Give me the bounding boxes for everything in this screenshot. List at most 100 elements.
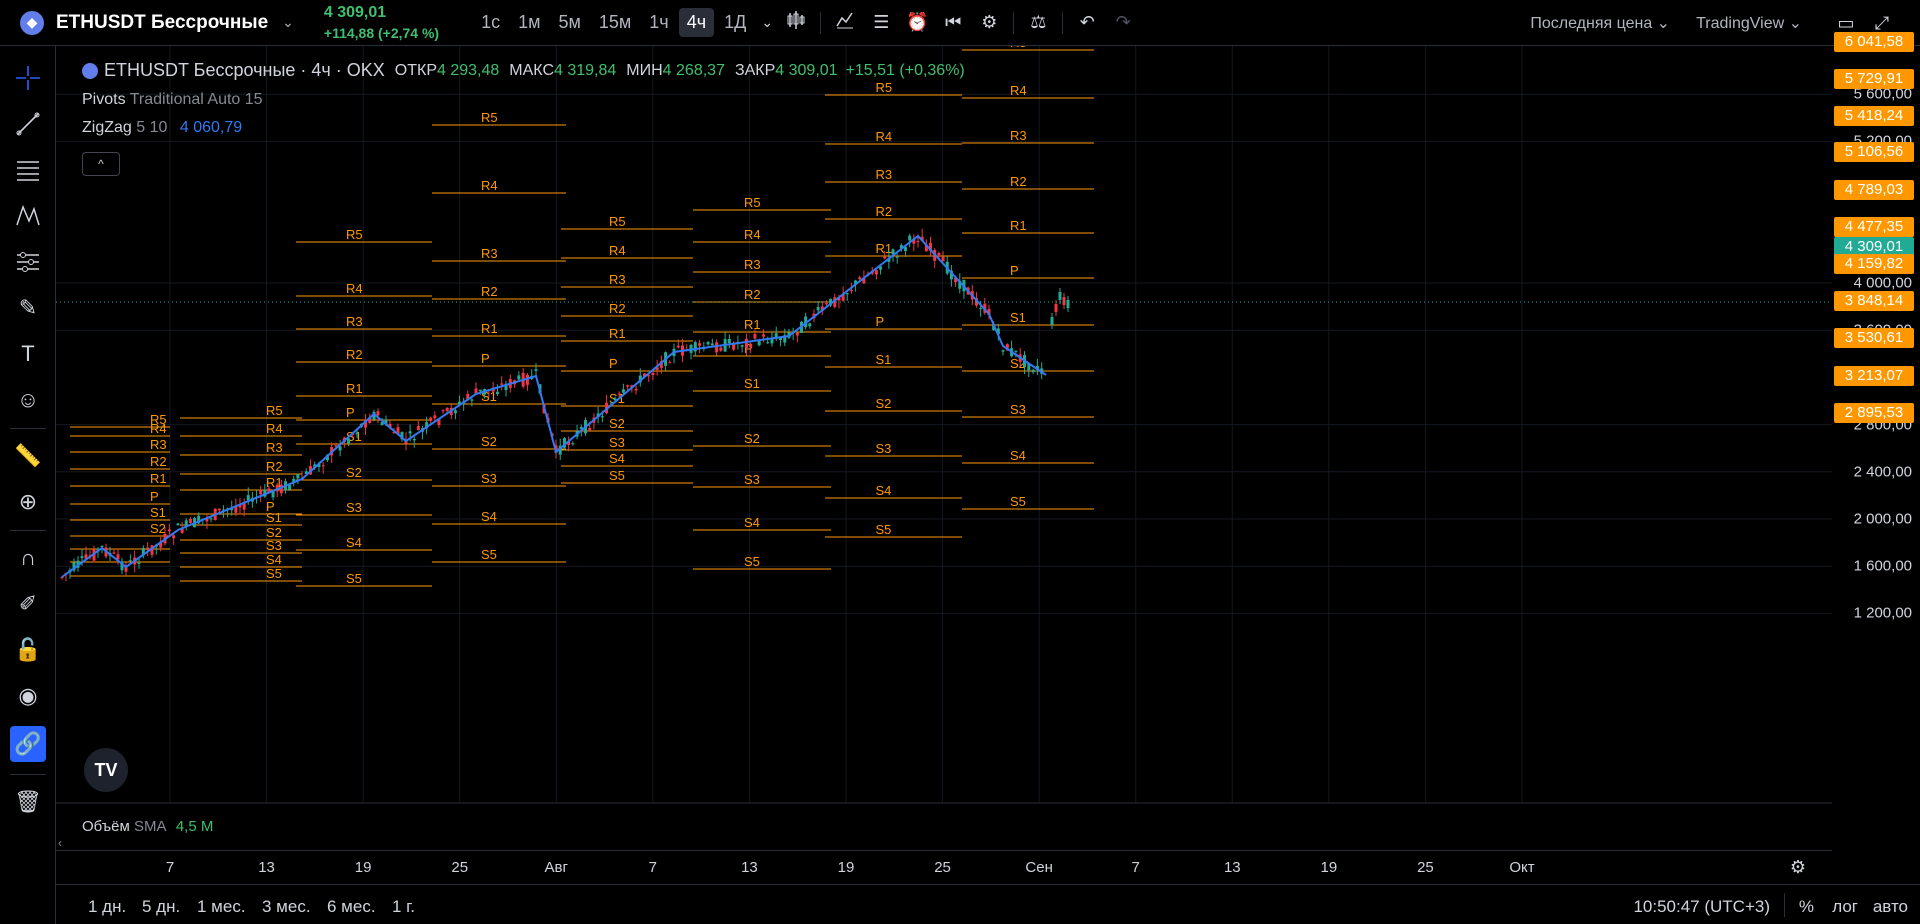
high-value: 4 319,84 xyxy=(554,61,617,79)
log-toggle[interactable]: лог xyxy=(1832,897,1858,917)
redo-icon[interactable]: ↷ xyxy=(1105,12,1141,33)
chart-style-dropdown[interactable]: TradingView ⌄ xyxy=(1696,13,1802,33)
volume-name: Объём xyxy=(82,818,130,835)
axis-settings-icon[interactable]: ⚙ xyxy=(1790,857,1806,878)
pivot-label: S4 xyxy=(481,509,497,524)
timeframe-15m[interactable]: 15м xyxy=(591,8,639,37)
candle-body xyxy=(1050,317,1054,325)
legend-title[interactable]: ETHUSDT Бессрочные · 4ч · OKX xyxy=(104,60,385,81)
range-3m[interactable]: 3 мес. xyxy=(262,897,311,917)
pivot-label: R3 xyxy=(481,246,498,261)
eye-icon[interactable]: ◉ xyxy=(10,678,46,714)
auto-toggle[interactable]: авто xyxy=(1873,897,1908,917)
candle-body xyxy=(706,341,710,345)
candle-body xyxy=(172,535,176,539)
emoji-icon[interactable]: ☺ xyxy=(10,382,46,418)
price-tick: 2 400,00 xyxy=(1853,463,1912,481)
fib-retracement-icon[interactable] xyxy=(10,152,46,188)
link-icon[interactable]: 🔗 xyxy=(10,726,46,762)
range-6m[interactable]: 6 мес. xyxy=(327,897,376,917)
candle-body xyxy=(979,308,983,310)
pivot-label: S4 xyxy=(744,515,760,530)
drawing-toolbar: ✎ T ☺ 📏 ⊕ ∩ ✐ 🔓 ◉ 🔗 🗑 ‹ xyxy=(0,46,62,924)
templates-icon[interactable]: ☰ xyxy=(863,12,899,33)
ruler-icon[interactable]: 📏 xyxy=(10,438,46,474)
range-5d[interactable]: 5 дн. xyxy=(142,897,180,917)
candle-body xyxy=(412,438,416,441)
trash-icon[interactable]: 🗑 xyxy=(10,784,46,820)
candle-body xyxy=(651,372,655,376)
zigzag-legend[interactable]: ZigZag 5 10 4 060,79 xyxy=(82,119,965,137)
range-1y[interactable]: 1 г. xyxy=(392,897,415,917)
volume-legend[interactable]: Объём SMA 4,5 M xyxy=(82,818,213,835)
pivot-label: R4 xyxy=(609,243,626,258)
chart-style-label: TradingView xyxy=(1696,15,1785,32)
candle-body xyxy=(766,342,770,344)
timeframe-1s[interactable]: 1с xyxy=(473,8,508,37)
settings-gear-icon[interactable]: ⚙ xyxy=(971,12,1007,33)
candle-body xyxy=(816,307,820,311)
compare-scales-icon[interactable]: ⚖ xyxy=(1020,12,1056,33)
pattern-icon[interactable] xyxy=(10,198,46,234)
undo-icon[interactable]: ↶ xyxy=(1069,12,1105,33)
pivot-label: R4 xyxy=(481,178,498,193)
bottom-toolbar: 1 дн. 5 дн. 1 мес. 3 мес. 6 мес. 1 г. 10… xyxy=(56,884,1920,924)
brush-icon[interactable]: ✎ xyxy=(10,290,46,326)
price-source-dropdown[interactable]: Последняя цена ⌄ xyxy=(1530,13,1670,33)
pivot-label: P xyxy=(481,351,490,366)
pivot-label: S1 xyxy=(1010,310,1026,325)
timeframe-4h[interactable]: 4ч xyxy=(678,8,715,37)
timeframe-5m[interactable]: 5м xyxy=(551,8,589,37)
range-1m[interactable]: 1 мес. xyxy=(197,897,246,917)
zoom-in-icon[interactable]: ⊕ xyxy=(10,484,46,520)
clock[interactable]: 10:50:47 (UTC+3) xyxy=(1633,897,1770,917)
prediction-tools-icon[interactable] xyxy=(10,244,46,280)
timeframe-1m[interactable]: 1м xyxy=(510,8,548,37)
timeframe-dropdown-icon[interactable]: ⌄ xyxy=(756,14,778,31)
top-toolbar: ◆ ETHUSDT Бессрочные ⌄ 4 309,01 +114,88 … xyxy=(0,0,1920,46)
chart-grid xyxy=(56,46,1832,803)
price-chart[interactable]: R5R4R3R2R1PS1S2S3S4S5R5R4R3R2R1PS1S2S3S4… xyxy=(56,46,1832,850)
candle-body xyxy=(874,270,878,275)
time-axis[interactable]: ⚙ 7 13 19 25 Авг 7 13 19 25 Сен 7 13 19 25 Окт xyxy=(56,850,1832,884)
pivot-label: S5 xyxy=(1010,494,1026,509)
low-value: 4 268,37 xyxy=(662,61,725,79)
time-tick: Окт xyxy=(1509,859,1535,876)
alert-icon[interactable]: ⏰ xyxy=(899,12,935,33)
candle-body xyxy=(470,399,474,401)
replay-icon[interactable]: ⏮ xyxy=(935,12,971,33)
pivots-legend[interactable]: Pivots Traditional Auto 15 xyxy=(82,91,965,109)
unlock-icon[interactable]: 🔓 xyxy=(10,632,46,668)
zigzag-name: ZigZag xyxy=(82,119,132,136)
timeframe-1d[interactable]: 1Д xyxy=(716,8,754,37)
pivot-label: R2 xyxy=(609,301,626,316)
lock-drawing-icon[interactable]: ✐ xyxy=(10,586,46,622)
pivot-label: P xyxy=(346,405,355,420)
price-axis[interactable]: 5 600,005 200,004 000,003 600,002 800,00… xyxy=(1832,32,1920,850)
ohlc-legend: ETHUSDT Бессрочные · 4ч · OKX ОТКР 4 293,… xyxy=(82,60,965,81)
tradingview-logo[interactable]: TV xyxy=(84,748,128,792)
candle-body xyxy=(626,385,630,387)
symbol-selector[interactable]: ◆ ETHUSDT Бессрочные ⌄ xyxy=(20,10,294,35)
candle-body xyxy=(727,338,731,344)
crosshair-icon[interactable] xyxy=(10,60,46,96)
candle-body xyxy=(453,410,457,414)
time-tick: 7 xyxy=(1131,859,1140,876)
timeframe-group: 1с 1м 5м 15м 1ч 4ч 1Д ⌄ ☰ ⏰ ⏮ ⚙ ⚖ ↶ ↷ xyxy=(473,8,1141,37)
price-level-label: 3 848,14 xyxy=(1834,290,1914,311)
range-1d[interactable]: 1 дн. xyxy=(88,897,126,917)
indicators-icon[interactable] xyxy=(827,10,863,35)
percent-toggle[interactable]: % xyxy=(1799,897,1814,917)
pivot-label: S5 xyxy=(266,566,282,581)
candle-body xyxy=(740,345,744,347)
text-tool-icon[interactable]: T xyxy=(10,336,46,372)
fullscreen-icon[interactable]: ⤢ xyxy=(1864,13,1900,34)
magnet-icon[interactable]: ∩ xyxy=(10,540,46,576)
pivot-label: R4 xyxy=(346,281,363,296)
pivots-params: Traditional Auto 15 xyxy=(129,91,263,108)
timeframe-1h[interactable]: 1ч xyxy=(641,8,676,37)
trend-line-icon[interactable] xyxy=(10,106,46,142)
collapse-legend-button[interactable]: ^ xyxy=(82,152,120,176)
candles-icon[interactable] xyxy=(778,10,814,35)
layout-icon[interactable]: ▭ xyxy=(1828,13,1864,34)
